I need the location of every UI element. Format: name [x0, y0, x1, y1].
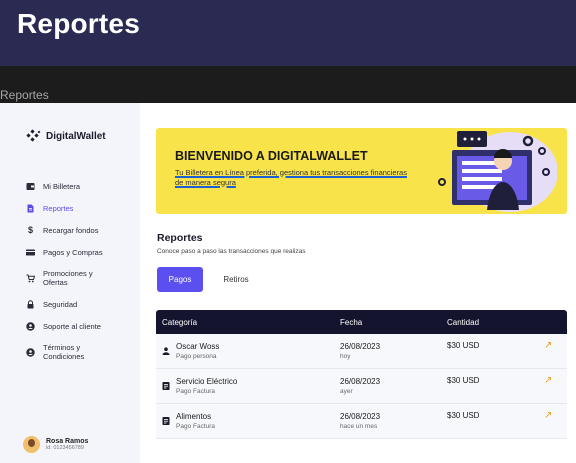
app-window: DigitalWallet Mi Billetera Reportes $ Re… — [0, 103, 576, 463]
row-date-value: 26/08/2023 — [340, 342, 381, 351]
tab-pagos[interactable]: Pagos — [157, 267, 203, 292]
row-date-value: 26/08/2023 — [340, 412, 381, 421]
page-title: Reportes — [17, 8, 140, 39]
sidebar: DigitalWallet Mi Billetera Reportes $ Re… — [0, 103, 140, 463]
breadcrumb: Reportes — [0, 88, 49, 102]
tab-retiros[interactable]: Retiros — [212, 267, 260, 292]
banner-subtitle: Tu Billetera en Línea preferida, gestion… — [175, 168, 407, 187]
row-type: Pago Factura — [176, 388, 216, 395]
table-row[interactable]: Alimentos Pago Factura 26/08/2023 hace u… — [156, 404, 567, 439]
support-icon — [26, 321, 35, 331]
row-date: 26/08/2023 hoy — [340, 342, 380, 360]
column-header-categoria[interactable]: Categoría — [162, 318, 197, 327]
row-name: Alimentos — [176, 412, 212, 421]
brand-name: DigitalWallet — [46, 130, 106, 142]
sidebar-item-label: Promociones y Ofertas — [43, 269, 93, 287]
arrow-up-right-icon[interactable]: ↗ — [544, 375, 552, 386]
report-icon — [26, 204, 35, 213]
sidebar-item-label: Recargar fondos — [43, 225, 99, 235]
sidebar-item-label: Reportes — [43, 203, 74, 213]
sidebar-item-mi-billetera[interactable]: Mi Billetera — [26, 175, 136, 197]
sidebar-item-seguridad[interactable]: Seguridad — [26, 293, 136, 315]
row-name: Oscar Woss — [176, 342, 220, 351]
reports-subtitle: Conoce paso a paso las transacciones que… — [157, 248, 306, 255]
row-date-relative: hoy — [340, 353, 351, 360]
support-agent-illustration — [438, 131, 557, 212]
table-header: Categoría Fecha Cantidad — [156, 310, 567, 334]
banner-title: BIENVENIDO A DIGITALWALLET — [175, 149, 368, 163]
lock-icon — [26, 299, 35, 309]
table-row[interactable]: Servicio Eléctrico Pago Factura 26/08/20… — [156, 369, 567, 404]
arrow-up-right-icon[interactable]: ↗ — [544, 410, 552, 421]
table-row[interactable]: Oscar Woss Pago persona 26/08/2023 hoy $… — [156, 334, 567, 369]
person-icon — [162, 342, 170, 355]
row-date-relative: hace un mes — [340, 423, 378, 430]
sidebar-item-promociones[interactable]: Promociones y Ofertas — [26, 263, 136, 293]
sidebar-item-recargar-fondos[interactable]: $ Recargar fondos — [26, 219, 136, 241]
row-type: Pago Factura — [176, 423, 216, 430]
row-date: 26/08/2023 hace un mes — [340, 412, 380, 430]
transactions-table: Categoría Fecha Cantidad Oscar Woss Pago… — [156, 310, 567, 439]
row-date-value: 26/08/2023 — [340, 377, 381, 386]
sidebar-item-pagos-compras[interactable]: Pagos y Compras — [26, 241, 136, 263]
cart-icon — [26, 274, 35, 283]
sidebar-item-label: Pagos y Compras — [43, 247, 103, 257]
sidebar-item-label: Seguridad — [43, 299, 78, 309]
main-content: BIENVENIDO A DIGITALWALLET Tu Billetera … — [140, 103, 576, 463]
welcome-banner: BIENVENIDO A DIGITALWALLET Tu Billetera … — [156, 128, 567, 214]
sidebar-item-soporte[interactable]: Soporte al cliente — [26, 315, 136, 337]
row-date-relative: ayer — [340, 388, 353, 395]
user-name: Rosa Ramos — [46, 438, 89, 445]
wallet-icon — [26, 182, 35, 191]
column-header-cantidad[interactable]: Cantidad — [447, 318, 479, 327]
row-category: Oscar Woss Pago persona — [162, 342, 219, 360]
info-icon — [26, 347, 35, 357]
sidebar-item-terminos[interactable]: Términos y Condiciones — [26, 337, 136, 367]
sidebar-item-label: Soporte al cliente — [43, 321, 101, 331]
user-id: id: 0123456789 — [46, 445, 84, 451]
row-type: Pago persona — [176, 353, 217, 360]
row-category: Alimentos Pago Factura — [162, 412, 215, 430]
sidebar-nav: Mi Billetera Reportes $ Recargar fondos … — [26, 175, 136, 367]
arrow-up-right-icon[interactable]: ↗ — [544, 340, 552, 351]
invoice-icon — [162, 377, 170, 390]
user-profile[interactable]: Rosa Ramos id: 0123456789 — [23, 436, 88, 453]
sidebar-item-reportes[interactable]: Reportes — [26, 197, 136, 219]
row-category: Servicio Eléctrico Pago Factura — [162, 377, 237, 395]
reports-title: Reportes — [157, 232, 203, 244]
avatar — [23, 436, 40, 453]
top-header: Reportes — [0, 0, 576, 66]
dollar-icon: $ — [27, 225, 33, 235]
invoice-icon — [162, 412, 170, 425]
brand-logo[interactable]: DigitalWallet — [26, 129, 106, 143]
row-date: 26/08/2023 ayer — [340, 377, 380, 395]
logo-icon — [26, 129, 41, 142]
row-amount: $30 USD — [447, 376, 480, 385]
row-name: Servicio Eléctrico — [176, 377, 238, 386]
row-amount: $30 USD — [447, 341, 480, 350]
sidebar-item-label: Mi Billetera — [43, 181, 81, 191]
breadcrumb-bar: Reportes — [0, 66, 576, 103]
sidebar-item-label: Términos y Condiciones — [43, 343, 85, 361]
card-icon — [26, 248, 35, 257]
row-amount: $30 USD — [447, 411, 480, 420]
column-header-fecha[interactable]: Fecha — [340, 318, 362, 327]
